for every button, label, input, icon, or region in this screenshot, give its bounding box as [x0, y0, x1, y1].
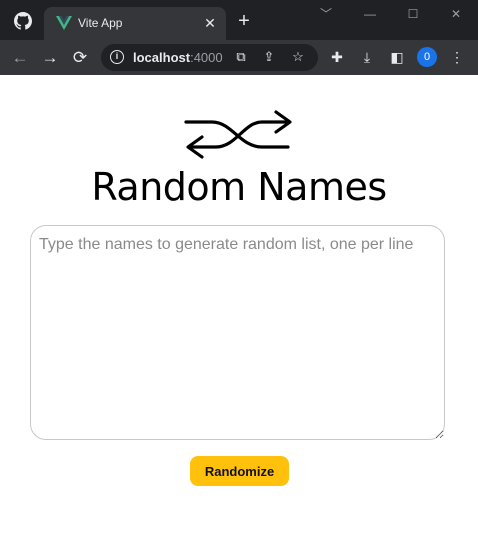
minimize-icon[interactable]: —	[360, 6, 380, 22]
browser-toolbar: ← → ⟳ i localhost:4000 ⧉ ⇪ ☆ ✚ ⤓ ◧ 0 ⋮	[0, 40, 478, 75]
menu-kebab-icon[interactable]: ⋮	[448, 48, 466, 66]
site-info-icon[interactable]: i	[110, 50, 124, 64]
tab-vite-app[interactable]: Vite App ✕	[44, 7, 226, 40]
randomize-button[interactable]: Randomize	[190, 456, 289, 486]
tab-strip: Vite App ✕ + ﹀ — ☐ ✕	[0, 0, 478, 40]
download-icon[interactable]: ⤓	[358, 48, 376, 66]
reload-icon[interactable]: ⟳	[70, 48, 90, 68]
github-icon[interactable]	[14, 12, 32, 30]
extensions-icon[interactable]: ✚	[328, 48, 346, 66]
close-window-icon[interactable]: ✕	[446, 6, 466, 22]
bookmark-star-icon[interactable]: ☆	[290, 49, 306, 65]
vue-logo-icon	[56, 16, 72, 30]
names-input[interactable]	[30, 225, 445, 440]
close-tab-icon[interactable]: ✕	[202, 15, 218, 31]
browser-chrome: Vite App ✕ + ﹀ — ☐ ✕ ← → ⟳ i localhost:4…	[0, 0, 478, 75]
shuffle-icon	[184, 110, 292, 159]
page-title: Random Names	[91, 165, 387, 209]
tab-title: Vite App	[78, 16, 123, 30]
side-panel-icon[interactable]: ◧	[388, 48, 406, 66]
translate-icon[interactable]: ⧉	[233, 49, 249, 65]
new-tab-icon[interactable]: +	[236, 11, 252, 31]
forward-icon[interactable]: →	[40, 48, 60, 68]
tab-search-icon[interactable]: ﹀	[316, 6, 336, 22]
profile-avatar[interactable]: 0	[417, 47, 437, 67]
address-bar[interactable]: i localhost:4000 ⧉ ⇪ ☆	[101, 44, 318, 71]
share-icon[interactable]: ⇪	[261, 49, 277, 65]
app-content: Random Names Randomize	[0, 75, 478, 560]
address-url: localhost:4000	[133, 50, 223, 65]
back-icon[interactable]: ←	[10, 48, 30, 68]
maximize-icon[interactable]: ☐	[403, 6, 423, 22]
